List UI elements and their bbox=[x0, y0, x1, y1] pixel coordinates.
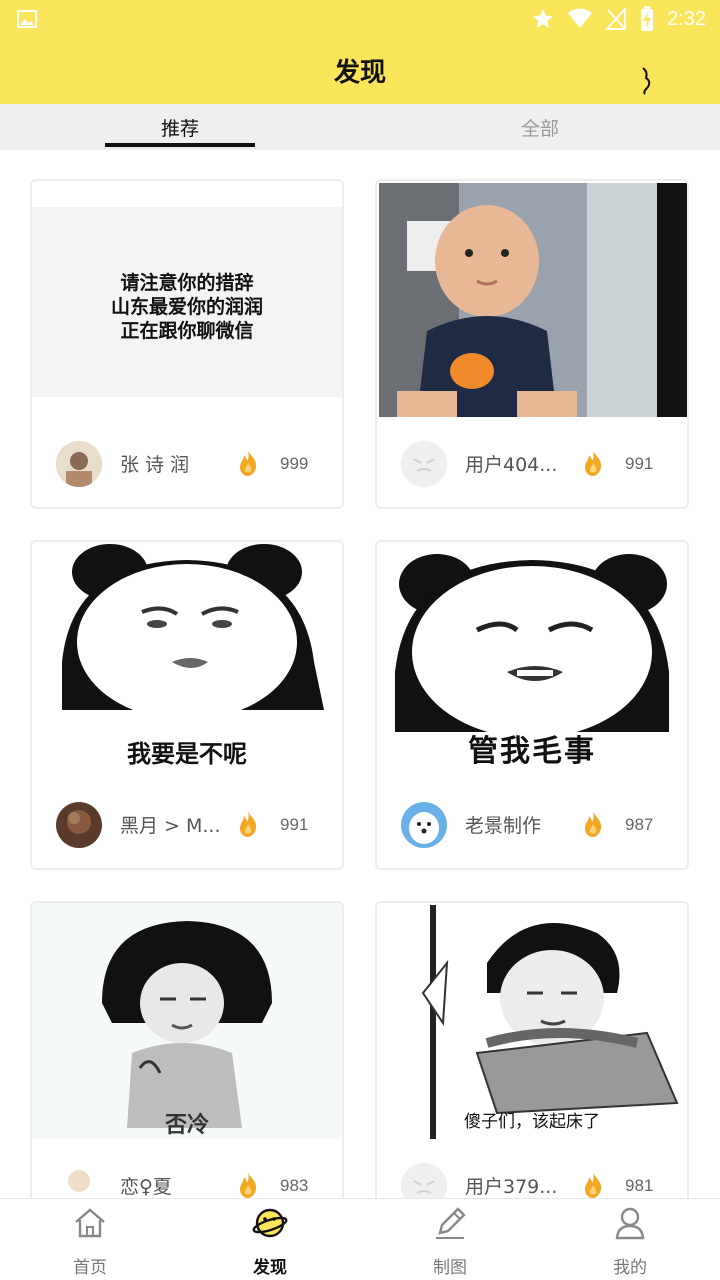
tab-indicator bbox=[105, 143, 255, 147]
username[interactable]: 用户379... bbox=[465, 1172, 573, 1198]
wifi-icon bbox=[568, 8, 593, 28]
feed-card[interactable]: 我要是不呢 黑月 > M... 991 bbox=[30, 540, 344, 870]
home-icon bbox=[75, 1208, 105, 1238]
card-image[interactable] bbox=[377, 181, 687, 417]
feed-card[interactable]: 用户404... 991 bbox=[375, 179, 689, 509]
nav-item-home[interactable]: 首页 bbox=[0, 1199, 180, 1280]
username[interactable]: 黑月 > M... bbox=[120, 811, 228, 838]
nav-item-create[interactable]: 制图 bbox=[360, 1199, 540, 1280]
hot-count: 981 bbox=[625, 1176, 654, 1195]
image-text-line: 山东最爱你的润润 bbox=[110, 296, 263, 318]
status-bar: 2:32 bbox=[0, 0, 720, 40]
hot-count: 991 bbox=[625, 454, 654, 473]
pencil-icon bbox=[436, 1207, 466, 1239]
card-image[interactable]: 请注意你的措辞 山东最爱你的润润 正在跟你聊微信 bbox=[32, 181, 342, 417]
feed-card[interactable]: 傻子们，该起床了 用户379... 981 bbox=[375, 901, 689, 1198]
card-image[interactable]: 否冷 bbox=[32, 903, 342, 1139]
planet-icon bbox=[252, 1208, 288, 1238]
baby-photo bbox=[379, 183, 687, 417]
nav-label: 首页 bbox=[73, 1258, 107, 1278]
flame-icon bbox=[585, 450, 602, 476]
flame-icon bbox=[240, 450, 257, 476]
avatar[interactable] bbox=[401, 802, 447, 848]
page-title: 发现 bbox=[333, 58, 386, 88]
battery-charging-icon bbox=[641, 6, 654, 31]
username[interactable]: 老景制作 bbox=[465, 811, 573, 838]
feed-grid: 请注意你的措辞 山东最爱你的润润 正在跟你聊微信 张 诗 润 999 用户404… bbox=[0, 150, 720, 1198]
no-signal-icon bbox=[605, 7, 627, 30]
image-text-line: 我要是不呢 bbox=[127, 740, 247, 768]
hot-count: 983 bbox=[280, 1176, 309, 1195]
hot-count: 999 bbox=[280, 454, 309, 473]
flame-icon bbox=[240, 811, 257, 837]
bottom-nav: 首页 发现 制图 我的 bbox=[0, 1198, 720, 1280]
default-avatar-icon bbox=[401, 441, 447, 487]
nav-label: 发现 bbox=[253, 1258, 287, 1278]
avatar[interactable] bbox=[56, 441, 102, 487]
hot-count: 991 bbox=[280, 815, 309, 834]
avatar[interactable] bbox=[401, 441, 447, 487]
image-text-line: 请注意你的措辞 bbox=[120, 272, 254, 294]
status-time: 2:32 bbox=[667, 7, 706, 30]
username[interactable]: 张 诗 润 bbox=[120, 450, 228, 477]
card-footer: 恋♀夏 983 bbox=[32, 1139, 342, 1198]
card-image[interactable]: 我要是不呢 bbox=[32, 542, 342, 778]
card-footer: 张 诗 润 999 bbox=[32, 417, 342, 507]
card-footer: 用户379... 981 bbox=[377, 1139, 687, 1198]
flame-icon bbox=[585, 811, 602, 837]
image-text-line: 否冷 bbox=[164, 1113, 209, 1138]
card-footer: 黑月 > M... 991 bbox=[32, 778, 342, 868]
top-bar: 2:32 发现 bbox=[0, 0, 720, 104]
status-icons: 2:32 bbox=[531, 6, 706, 32]
feed-card[interactable]: 请注意你的措辞 山东最爱你的润润 正在跟你聊微信 张 诗 润 999 bbox=[30, 179, 344, 509]
nav-label: 我的 bbox=[613, 1258, 647, 1278]
username[interactable]: 用户404... bbox=[465, 450, 573, 477]
nav-item-discover[interactable]: 发现 bbox=[180, 1199, 360, 1280]
default-avatar-icon bbox=[401, 1163, 447, 1198]
star-icon bbox=[533, 9, 554, 28]
image-notification-icon bbox=[17, 10, 37, 28]
username[interactable]: 恋♀夏 bbox=[120, 1172, 228, 1198]
action-icon[interactable] bbox=[636, 66, 656, 96]
nav-label: 制图 bbox=[433, 1258, 467, 1278]
bowlcut-meme bbox=[102, 921, 272, 1128]
card-image[interactable]: 管我毛事 bbox=[377, 542, 687, 778]
hot-count: 987 bbox=[625, 815, 654, 834]
card-footer: 老景制作 987 bbox=[377, 778, 687, 868]
image-text-line: 傻子们，该起床了 bbox=[464, 1112, 600, 1132]
flame-icon bbox=[240, 1172, 257, 1198]
image-text-line: 管我毛事 bbox=[468, 734, 596, 769]
feed-card[interactable]: 否冷 恋♀夏 983 bbox=[30, 901, 344, 1198]
avatar[interactable] bbox=[56, 802, 102, 848]
avatar[interactable] bbox=[401, 1163, 447, 1198]
card-image[interactable]: 傻子们，该起床了 bbox=[377, 903, 687, 1139]
profile-icon bbox=[615, 1207, 645, 1240]
nav-item-profile[interactable]: 我的 bbox=[540, 1199, 720, 1280]
card-footer: 用户404... 991 bbox=[377, 417, 687, 507]
image-text-line: 正在跟你聊微信 bbox=[120, 320, 254, 342]
flame-icon bbox=[585, 1172, 602, 1198]
tab-all[interactable]: 全部 bbox=[465, 104, 615, 150]
feed-card[interactable]: 管我毛事 老景制作 987 bbox=[375, 540, 689, 870]
costume-meme bbox=[421, 905, 679, 1139]
avatar[interactable] bbox=[56, 1163, 102, 1198]
